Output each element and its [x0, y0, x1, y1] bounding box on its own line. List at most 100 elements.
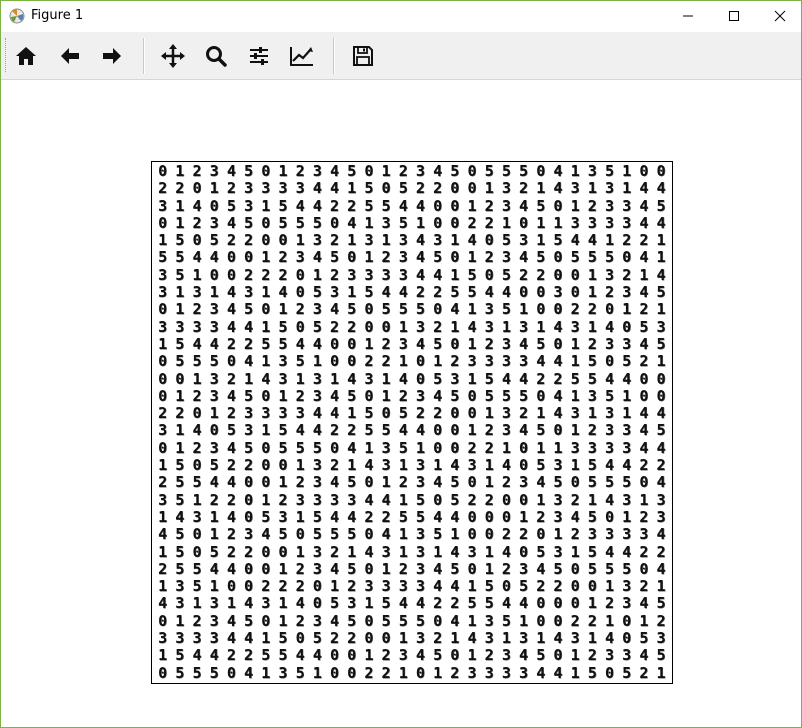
- digit-cell: 0: [158, 213, 168, 232]
- back-button[interactable]: [53, 39, 87, 73]
- digit-cell: 0: [278, 542, 288, 561]
- digit-cell: 4: [536, 663, 546, 682]
- digit-cell: 3: [381, 456, 391, 475]
- digit-cell: 2: [415, 404, 425, 423]
- zoom-button[interactable]: [199, 39, 233, 73]
- digit-cell: 5: [398, 404, 408, 423]
- digit-cell: 3: [381, 438, 391, 457]
- digit-cell: 3: [244, 421, 254, 440]
- digit-cell: 0: [501, 577, 511, 596]
- digit-cell: 3: [158, 265, 168, 284]
- customize-button[interactable]: [285, 39, 319, 73]
- digit-cell: 0: [433, 300, 443, 319]
- digit-cell: 2: [329, 629, 339, 648]
- digit-cell: 1: [484, 404, 494, 423]
- digit-cell: 2: [192, 386, 202, 405]
- digit-cell: 2: [347, 421, 357, 440]
- digit-cell: 5: [467, 594, 477, 613]
- digit-cell: 5: [278, 421, 288, 440]
- digit-cell: 1: [398, 629, 408, 648]
- save-button[interactable]: [346, 39, 380, 73]
- digit-cell: 0: [226, 577, 236, 596]
- digit-cell: 4: [364, 456, 374, 475]
- digit-cell: 0: [484, 525, 494, 544]
- digit-cell: 1: [364, 334, 374, 353]
- digit-cell: 4: [433, 473, 443, 492]
- digit-cell: 1: [467, 248, 477, 267]
- digit-cell: 5: [175, 231, 185, 250]
- digit-cell: 2: [381, 248, 391, 267]
- digit-cell: 4: [415, 248, 425, 267]
- digit-cell: 0: [570, 594, 580, 613]
- digit-cell: 1: [467, 646, 477, 665]
- digit-cell: 5: [415, 490, 425, 509]
- digit-cell: 5: [553, 231, 563, 250]
- digit-cell: 5: [175, 663, 185, 682]
- digit-cell: 2: [433, 179, 443, 198]
- digit-cell: 3: [467, 456, 477, 475]
- digit-cell: 5: [536, 421, 546, 440]
- digit-cell: 5: [312, 438, 322, 457]
- digit-cell: 0: [158, 438, 168, 457]
- digit-cell: 5: [415, 300, 425, 319]
- digit-cell: 3: [209, 213, 219, 232]
- subplots-button[interactable]: [242, 39, 276, 73]
- digit-cell: 4: [570, 231, 580, 250]
- digit-cell: 0: [329, 334, 339, 353]
- digit-cell: 4: [415, 646, 425, 665]
- digit-cell: 4: [226, 300, 236, 319]
- digit-cell: 5: [192, 577, 202, 596]
- figure-canvas[interactable]: 0123450123450123450555041351002201233334…: [1, 80, 801, 727]
- digit-cell: 5: [519, 162, 529, 180]
- digit-cell: 0: [536, 386, 546, 405]
- digit-cell: 0: [381, 629, 391, 648]
- digit-cell: 5: [329, 594, 339, 613]
- digit-cell: 1: [278, 473, 288, 492]
- digit-cell: 1: [467, 196, 477, 215]
- digit-cell: 2: [158, 473, 168, 492]
- digit-cell: 1: [553, 438, 563, 457]
- digit-cell: 1: [501, 317, 511, 336]
- digit-cell: 0: [450, 213, 460, 232]
- digit-cell: 2: [398, 473, 408, 492]
- close-button[interactable]: [757, 1, 802, 31]
- digit-cell: 1: [278, 162, 288, 180]
- digit-cell: 2: [347, 317, 357, 336]
- digit-cell: 4: [639, 594, 649, 613]
- digit-cell: 0: [450, 179, 460, 198]
- digit-cell: 3: [398, 265, 408, 284]
- digit-cell: 2: [329, 317, 339, 336]
- digit-cell: 5: [570, 248, 580, 267]
- digit-cell: 1: [587, 179, 597, 198]
- digit-cell: 3: [192, 317, 202, 336]
- pan-button[interactable]: [156, 39, 190, 73]
- maximize-button[interactable]: [711, 1, 757, 31]
- digit-cell: 3: [501, 646, 511, 665]
- digit-cell: 0: [519, 283, 529, 302]
- digit-cell: 1: [329, 577, 339, 596]
- digit-cell: 2: [622, 265, 632, 284]
- digit-cell: 3: [312, 369, 322, 388]
- digit-cell: 2: [381, 334, 391, 353]
- digit-cell: 2: [656, 542, 666, 561]
- digit-cell: 1: [158, 231, 168, 250]
- digit-cell: 2: [158, 404, 168, 423]
- digit-cell: 4: [553, 386, 563, 405]
- home-button[interactable]: [9, 39, 43, 73]
- digit-cell: 3: [312, 386, 322, 405]
- minimize-button[interactable]: [665, 1, 711, 31]
- home-icon: [16, 47, 36, 65]
- digit-cell: 0: [501, 490, 511, 509]
- digit-cell: 5: [329, 525, 339, 544]
- digit-cell: 3: [467, 352, 477, 371]
- digit-cell: 4: [329, 611, 339, 630]
- digit-cell: 1: [604, 231, 614, 250]
- digit-cell: 4: [381, 490, 391, 509]
- digit-cell: 4: [244, 663, 254, 682]
- digit-cell: 0: [450, 646, 460, 665]
- digit-cell: 2: [639, 352, 649, 371]
- digit-cell: 1: [175, 196, 185, 215]
- digit-cell: 3: [415, 577, 425, 596]
- forward-button[interactable]: [95, 39, 129, 73]
- digit-cell: 0: [553, 196, 563, 215]
